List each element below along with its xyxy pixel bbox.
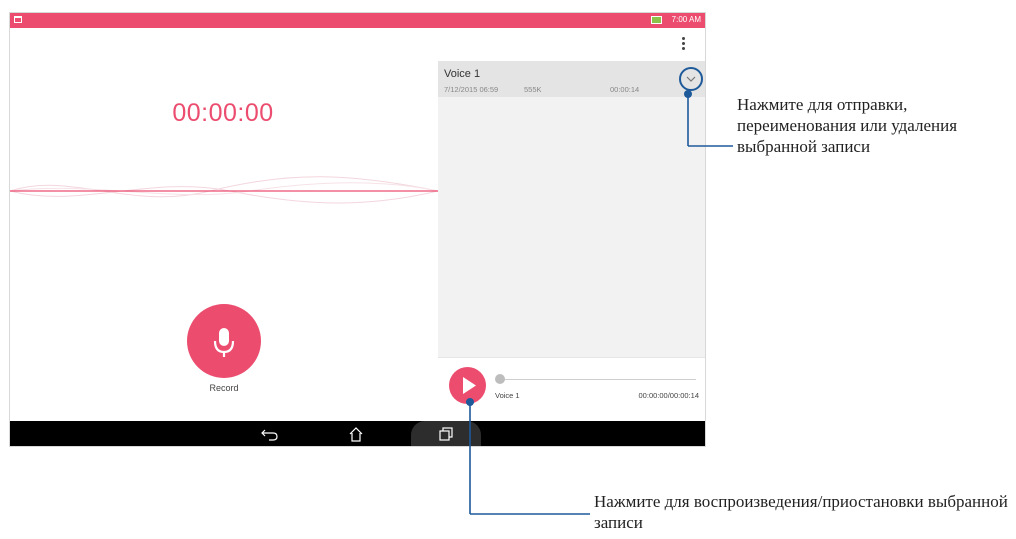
recording-options-button[interactable] <box>679 67 703 91</box>
back-icon <box>261 429 278 441</box>
recordings-list: Voice 1 7/12/2015 06:59 555K 00:00:14 <box>438 61 705 357</box>
battery-charging-icon <box>651 16 662 24</box>
microphone-icon <box>213 328 235 357</box>
recent-apps-icon <box>439 427 453 441</box>
tablet-screen: 7:00 AM 00:00:00 Record Voice 1 7/12/201… <box>9 12 706 447</box>
player-track-title: Voice 1 <box>495 391 520 400</box>
status-bar: 7:00 AM <box>10 13 705 28</box>
calendar-notification-icon <box>14 16 22 23</box>
recording-list-item[interactable]: Voice 1 7/12/2015 06:59 555K 00:00:14 <box>438 61 705 97</box>
seek-handle[interactable] <box>495 374 505 384</box>
record-button[interactable] <box>187 304 261 378</box>
record-label: Record <box>209 383 239 393</box>
recording-title: Voice 1 <box>444 68 481 80</box>
playback-bar: Voice 1 00:00:00/00:00:14 <box>438 357 705 422</box>
play-pause-button[interactable] <box>449 367 486 404</box>
home-icon <box>349 427 363 442</box>
play-callout-text: Нажмите для воспроизведения/приостановки… <box>594 492 1008 532</box>
recents-button[interactable] <box>434 425 458 443</box>
back-button[interactable] <box>258 425 282 443</box>
navigation-bar <box>10 421 705 446</box>
options-callout-text: Нажмите для отправки, переименования или… <box>737 95 958 156</box>
recording-datetime: 7/12/2015 06:59 <box>444 85 499 94</box>
sound-wave <box>10 176 438 204</box>
seek-bar[interactable] <box>496 379 696 380</box>
player-time: 00:00:00/00:00:14 <box>638 391 699 400</box>
overflow-menu-icon[interactable] <box>682 37 686 51</box>
recording-timer: 00:00:00 <box>172 99 274 127</box>
recording-size: 555K <box>524 85 542 94</box>
recording-duration: 00:00:14 <box>610 85 640 94</box>
status-time: 7:00 AM <box>671 15 701 24</box>
home-button[interactable] <box>344 425 368 443</box>
play-icon <box>463 377 476 394</box>
chevron-down-icon <box>686 76 696 82</box>
